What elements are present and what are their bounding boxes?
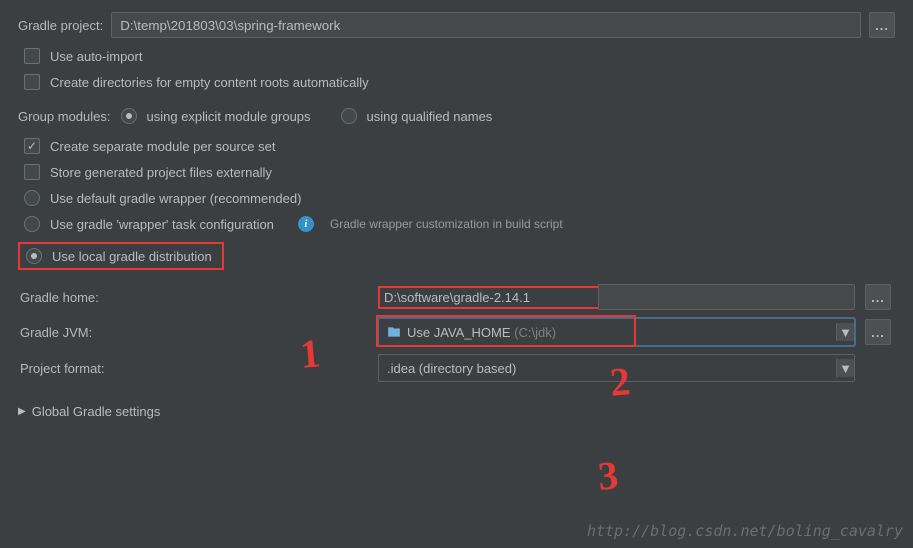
wrapper-task-radio[interactable] [24, 216, 40, 232]
project-format-select[interactable]: .idea (directory based) ▼ [378, 354, 855, 382]
global-gradle-settings-disclosure[interactable]: ▶ Global Gradle settings [18, 404, 895, 419]
group-qualified-radio[interactable] [341, 108, 357, 124]
group-explicit-label: using explicit module groups [147, 109, 311, 124]
separate-module-checkbox[interactable] [24, 138, 40, 154]
browse-project-button[interactable]: ... [869, 12, 895, 38]
group-explicit-radio[interactable] [121, 108, 137, 124]
create-dirs-checkbox[interactable] [24, 74, 40, 90]
group-modules-label: Group modules: [18, 109, 111, 124]
gradle-jvm-label: Gradle JVM: [18, 325, 368, 340]
store-external-checkbox[interactable] [24, 164, 40, 180]
browse-jvm-button[interactable]: ... [865, 319, 891, 345]
local-distribution-radio[interactable] [26, 248, 42, 264]
project-format-label: Project format: [18, 361, 368, 376]
triangle-right-icon: ▶ [18, 406, 26, 417]
auto-import-checkbox[interactable] [24, 48, 40, 64]
browse-gradle-home-button[interactable]: ... [865, 284, 891, 310]
folder-icon [387, 325, 401, 339]
annotation-3: 3 [596, 451, 620, 500]
gradle-project-label: Gradle project: [18, 18, 103, 33]
gradle-home-label: Gradle home: [18, 290, 368, 305]
global-gradle-settings-label: Global Gradle settings [32, 404, 161, 419]
local-distribution-label: Use local gradle distribution [52, 249, 212, 264]
default-wrapper-label: Use default gradle wrapper (recommended) [50, 191, 301, 206]
info-icon: i [298, 216, 314, 232]
gradle-jvm-select[interactable]: Use JAVA_HOME (C:\jdk) ▼ [378, 318, 855, 346]
gradle-project-path-input[interactable] [111, 12, 861, 38]
gradle-jvm-value: Use JAVA_HOME [407, 325, 511, 340]
chevron-down-icon: ▼ [836, 359, 854, 377]
wrapper-hint: Gradle wrapper customization in build sc… [330, 217, 563, 231]
default-wrapper-radio[interactable] [24, 190, 40, 206]
separate-module-label: Create separate module per source set [50, 139, 275, 154]
chevron-down-icon: ▼ [836, 323, 854, 341]
gradle-jvm-suffix: (C:\jdk) [514, 325, 556, 340]
create-dirs-label: Create directories for empty content roo… [50, 75, 369, 90]
wrapper-task-label: Use gradle 'wrapper' task configuration [50, 217, 274, 232]
gradle-home-value-highlight: D:\software\gradle-2.14.1 [384, 290, 594, 305]
watermark: http://blog.csdn.net/boling_cavalry [587, 522, 903, 540]
group-qualified-label: using qualified names [367, 109, 493, 124]
store-external-label: Store generated project files externally [50, 165, 272, 180]
gradle-home-input[interactable] [598, 284, 855, 310]
project-format-value: .idea (directory based) [387, 361, 516, 376]
auto-import-label: Use auto-import [50, 49, 142, 64]
